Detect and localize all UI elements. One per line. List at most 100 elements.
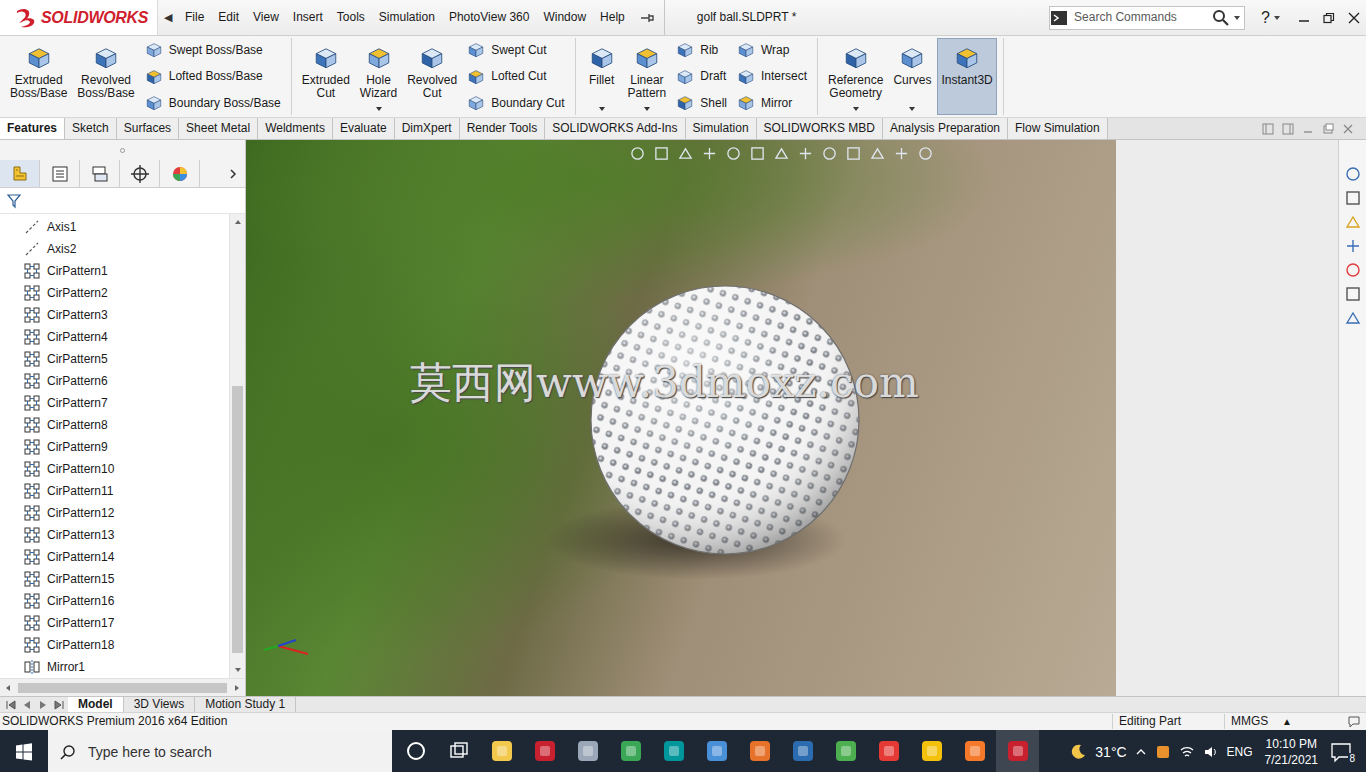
taskbar-app[interactable] <box>867 730 910 772</box>
scroll-down-icon[interactable] <box>230 662 245 678</box>
tree-item[interactable]: CirPattern16 <box>0 590 229 612</box>
tool-button[interactable]: Shell <box>676 91 727 115</box>
panel-tab[interactable] <box>40 160 80 187</box>
last-tab-icon[interactable] <box>52 700 66 710</box>
taskbar-app[interactable] <box>781 730 824 772</box>
dropdown-arrow-icon[interactable] <box>909 107 915 111</box>
view-tool-icon[interactable] <box>630 146 645 161</box>
panel-tab[interactable] <box>120 160 160 187</box>
menu-item[interactable]: Insert <box>286 8 330 26</box>
view-tool-icon[interactable] <box>750 146 765 161</box>
tree-item[interactable]: Axis2 <box>0 238 229 260</box>
menu-item[interactable]: Simulation <box>372 8 442 26</box>
speaker-icon[interactable] <box>1203 744 1219 760</box>
dropdown-arrow-icon[interactable] <box>853 107 859 111</box>
command-tab[interactable]: Sheet Metal <box>179 118 258 139</box>
view-tool-icon[interactable] <box>726 146 741 161</box>
tree-item[interactable]: Axis1 <box>0 216 229 238</box>
tool-button[interactable]: Lofted Cut <box>467 65 564 89</box>
command-tab[interactable]: SOLIDWORKS MBD <box>757 118 883 139</box>
view-tool-icon[interactable] <box>702 146 717 161</box>
model-tab[interactable]: Model <box>68 697 124 712</box>
search-dropdown-icon[interactable] <box>1233 14 1241 22</box>
magnifier-icon[interactable] <box>1212 9 1230 27</box>
unit-system[interactable]: MMGS <box>1224 714 1282 728</box>
taskbar-app[interactable] <box>394 730 437 772</box>
command-tab[interactable]: Flow Simulation <box>1008 118 1108 139</box>
tree-item[interactable]: CirPattern8 <box>0 414 229 436</box>
doc-minimize-icon[interactable] <box>1302 123 1314 135</box>
tool-button[interactable]: Swept Boss/Base <box>145 38 281 62</box>
doc-close-icon[interactable] <box>1342 123 1354 135</box>
restore-icon[interactable] <box>1316 6 1341 30</box>
help-dropdown-icon[interactable] <box>1273 14 1281 22</box>
command-tab[interactable]: Analysis Preparation <box>883 118 1008 139</box>
tree-item[interactable]: CirPattern13 <box>0 524 229 546</box>
view-tool-icon[interactable] <box>678 146 693 161</box>
tool-button[interactable]: Extruded Cut <box>298 38 354 115</box>
tool-button[interactable]: Boundary Cut <box>467 91 564 115</box>
taskbar-search-input[interactable] <box>86 743 392 762</box>
tray-app-icon[interactable] <box>1155 744 1171 760</box>
taskbar-app[interactable] <box>566 730 609 772</box>
search-box[interactable] <box>1049 6 1245 30</box>
taskbar-app[interactable] <box>953 730 996 772</box>
dropdown-arrow-icon[interactable] <box>376 107 382 111</box>
tool-button[interactable]: Swept Cut <box>467 38 564 62</box>
tree-item[interactable]: CirPattern6 <box>0 370 229 392</box>
tool-button[interactable]: Fillet <box>582 38 622 115</box>
view-tool-icon[interactable] <box>822 146 837 161</box>
tool-button[interactable]: Instant3D <box>937 38 996 115</box>
tool-button[interactable]: Revolved Boss/Base <box>73 38 138 115</box>
command-tab[interactable]: Features <box>0 118 65 139</box>
tool-button[interactable]: Draft <box>676 65 727 89</box>
tool-button[interactable]: Extruded Boss/Base <box>6 38 71 115</box>
tree-item[interactable]: CirPattern3 <box>0 304 229 326</box>
scroll-thumb[interactable] <box>232 386 243 654</box>
minimize-icon[interactable] <box>1291 6 1316 30</box>
menu-item[interactable]: View <box>246 8 286 26</box>
tree-item[interactable]: Mirror1 <box>0 656 229 678</box>
scroll-right-icon[interactable] <box>229 684 245 692</box>
notification-center[interactable]: 8 <box>1330 737 1358 767</box>
tree-item[interactable]: CirPattern9 <box>0 436 229 458</box>
taskbar-app[interactable] <box>523 730 566 772</box>
pin-icon[interactable] <box>640 11 654 25</box>
view-tool-icon[interactable] <box>894 146 909 161</box>
first-tab-icon[interactable] <box>4 700 18 710</box>
resources-home-icon[interactable] <box>1342 164 1364 184</box>
status-message-icon[interactable] <box>1342 715 1366 729</box>
command-tab[interactable]: Render Tools <box>460 118 546 139</box>
panel-tab[interactable] <box>0 160 40 187</box>
model-tab[interactable]: 3D Views <box>124 697 195 712</box>
tool-button[interactable]: Rib <box>676 38 727 62</box>
dropdown-arrow-icon[interactable] <box>644 107 650 111</box>
more-tabs-icon[interactable] <box>221 160 245 187</box>
windows-start-icon[interactable] <box>0 730 48 772</box>
menu-item[interactable]: PhotoView 360 <box>442 8 537 26</box>
command-tab[interactable]: SOLIDWORKS Add-Ins <box>545 118 685 139</box>
view-tool-icon[interactable] <box>654 146 669 161</box>
menu-item[interactable]: Window <box>536 8 593 26</box>
tree-item[interactable]: CirPattern18 <box>0 634 229 656</box>
tool-button[interactable]: Boundary Boss/Base <box>145 91 281 115</box>
taskbar-app[interactable] <box>910 730 953 772</box>
tree-item[interactable]: CirPattern14 <box>0 546 229 568</box>
tree-item[interactable]: CirPattern12 <box>0 502 229 524</box>
close-icon[interactable] <box>1341 6 1366 30</box>
view-tool-icon[interactable] <box>918 146 933 161</box>
command-tab[interactable]: Sketch <box>65 118 117 139</box>
graphics-area[interactable]: 莫西网www.3dmoxz.com <box>246 140 1116 696</box>
tool-button[interactable]: Intersect <box>737 65 807 89</box>
view-tool-icon[interactable] <box>798 146 813 161</box>
command-tab[interactable]: Simulation <box>686 118 757 139</box>
view-tool-icon[interactable] <box>870 146 885 161</box>
file-explorer-icon[interactable] <box>1342 212 1364 232</box>
tree-item[interactable]: CirPattern11 <box>0 480 229 502</box>
tool-button[interactable]: Linear Pattern <box>624 38 671 115</box>
search-input[interactable] <box>1071 10 1209 24</box>
weather-moon-icon[interactable] <box>1069 743 1087 761</box>
scroll-left-icon[interactable] <box>0 684 16 692</box>
tool-button[interactable]: Mirror <box>737 91 807 115</box>
taskbar-app[interactable] <box>695 730 738 772</box>
